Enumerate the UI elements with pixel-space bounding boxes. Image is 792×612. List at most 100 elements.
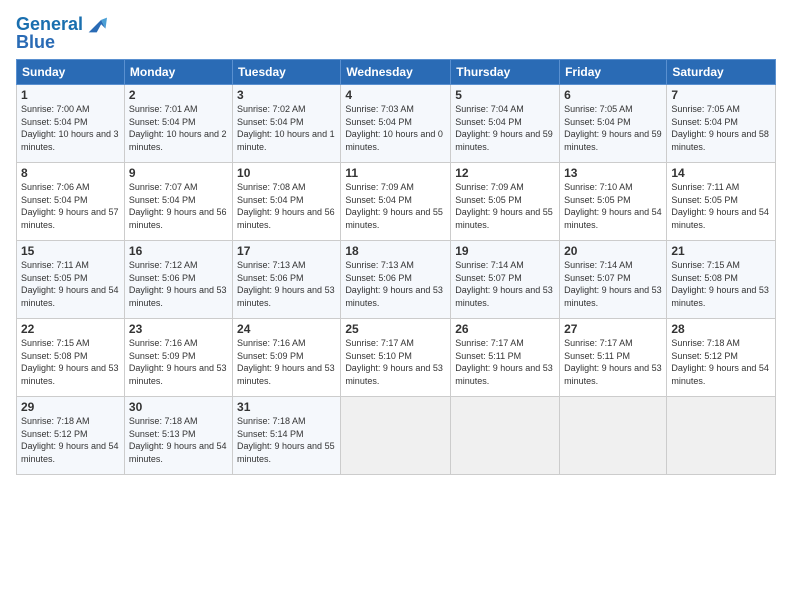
day-info: Sunrise: 7:09 AMSunset: 5:05 PMDaylight:… [455,182,553,230]
calendar-week-2: 8 Sunrise: 7:06 AMSunset: 5:04 PMDaylight… [17,163,776,241]
calendar-cell: 23 Sunrise: 7:16 AMSunset: 5:09 PMDayligh… [124,319,232,397]
calendar-cell: 14Sunrise: 7:11 AMSunset: 5:05 PMDayligh… [667,163,776,241]
day-info: Sunrise: 7:09 AMSunset: 5:04 PMDaylight:… [345,182,443,230]
calendar-cell: 7 Sunrise: 7:05 AMSunset: 5:04 PMDaylight… [667,85,776,163]
calendar-cell: 1Sunrise: 7:00 AMSunset: 5:04 PMDaylight… [17,85,125,163]
logo-icon [85,14,107,36]
weekday-header-tuesday: Tuesday [233,60,341,85]
day-info: Sunrise: 7:17 AMSunset: 5:11 PMDaylight:… [564,338,662,386]
day-number: 6 [564,88,662,102]
calendar-cell: 3Sunrise: 7:02 AMSunset: 5:04 PMDaylight… [233,85,341,163]
day-info: Sunrise: 7:06 AMSunset: 5:04 PMDaylight:… [21,182,119,230]
day-info: Sunrise: 7:13 AMSunset: 5:06 PMDaylight:… [345,260,443,308]
calendar-week-5: 29 Sunrise: 7:18 AMSunset: 5:12 PMDayligh… [17,397,776,475]
weekday-header-row: SundayMondayTuesdayWednesdayThursdayFrid… [17,60,776,85]
day-number: 27 [564,322,662,336]
day-number: 17 [237,244,336,258]
calendar-cell: 19Sunrise: 7:14 AMSunset: 5:07 PMDayligh… [451,241,560,319]
calendar-week-3: 15Sunrise: 7:11 AMSunset: 5:05 PMDayligh… [17,241,776,319]
day-info: Sunrise: 7:13 AMSunset: 5:06 PMDaylight:… [237,260,335,308]
day-number: 7 [671,88,771,102]
day-number: 13 [564,166,662,180]
calendar-cell: 27 Sunrise: 7:17 AMSunset: 5:11 PMDayligh… [560,319,667,397]
calendar-cell: 20 Sunrise: 7:14 AMSunset: 5:07 PMDayligh… [560,241,667,319]
calendar-cell: 11 Sunrise: 7:09 AMSunset: 5:04 PMDayligh… [341,163,451,241]
calendar-cell [341,397,451,475]
weekday-header-thursday: Thursday [451,60,560,85]
day-info: Sunrise: 7:16 AMSunset: 5:09 PMDaylight:… [237,338,335,386]
day-info: Sunrise: 7:18 AMSunset: 5:12 PMDaylight:… [21,416,119,464]
calendar-cell: 18 Sunrise: 7:13 AMSunset: 5:06 PMDayligh… [341,241,451,319]
weekday-header-sunday: Sunday [17,60,125,85]
calendar-cell: 28Sunrise: 7:18 AMSunset: 5:12 PMDayligh… [667,319,776,397]
day-number: 4 [345,88,446,102]
day-info: Sunrise: 7:18 AMSunset: 5:14 PMDaylight:… [237,416,335,464]
day-number: 18 [345,244,446,258]
day-number: 1 [21,88,120,102]
day-info: Sunrise: 7:02 AMSunset: 5:04 PMDaylight:… [237,104,335,152]
calendar-cell: 30 Sunrise: 7:18 AMSunset: 5:13 PMDayligh… [124,397,232,475]
calendar-cell: 2 Sunrise: 7:01 AMSunset: 5:04 PMDaylight… [124,85,232,163]
day-info: Sunrise: 7:07 AMSunset: 5:04 PMDaylight:… [129,182,227,230]
calendar-cell: 25Sunrise: 7:17 AMSunset: 5:10 PMDayligh… [341,319,451,397]
weekday-header-monday: Monday [124,60,232,85]
day-info: Sunrise: 7:11 AMSunset: 5:05 PMDaylight:… [21,260,119,308]
day-number: 23 [129,322,228,336]
day-number: 8 [21,166,120,180]
calendar-cell: 22Sunrise: 7:15 AMSunset: 5:08 PMDayligh… [17,319,125,397]
day-number: 30 [129,400,228,414]
calendar-cell: 21 Sunrise: 7:15 AMSunset: 5:08 PMDayligh… [667,241,776,319]
calendar-cell: 12 Sunrise: 7:09 AMSunset: 5:05 PMDayligh… [451,163,560,241]
day-info: Sunrise: 7:10 AMSunset: 5:05 PMDaylight:… [564,182,662,230]
day-number: 12 [455,166,555,180]
logo: General Blue [16,14,107,53]
calendar-cell: 10Sunrise: 7:08 AMSunset: 5:04 PMDayligh… [233,163,341,241]
day-info: Sunrise: 7:01 AMSunset: 5:04 PMDaylight:… [129,104,227,152]
day-number: 19 [455,244,555,258]
calendar-week-1: 1Sunrise: 7:00 AMSunset: 5:04 PMDaylight… [17,85,776,163]
calendar-cell: 24 Sunrise: 7:16 AMSunset: 5:09 PMDayligh… [233,319,341,397]
day-number: 21 [671,244,771,258]
calendar-cell [667,397,776,475]
calendar-cell: 9 Sunrise: 7:07 AMSunset: 5:04 PMDaylight… [124,163,232,241]
calendar-cell: 31 Sunrise: 7:18 AMSunset: 5:14 PMDayligh… [233,397,341,475]
page-container: General Blue SundayMondayTuesdayWednesda… [0,0,792,483]
day-number: 26 [455,322,555,336]
day-number: 20 [564,244,662,258]
day-info: Sunrise: 7:05 AMSunset: 5:04 PMDaylight:… [564,104,662,152]
day-number: 22 [21,322,120,336]
day-info: Sunrise: 7:15 AMSunset: 5:08 PMDaylight:… [671,260,769,308]
day-number: 29 [21,400,120,414]
day-info: Sunrise: 7:14 AMSunset: 5:07 PMDaylight:… [564,260,662,308]
header: General Blue [16,10,776,53]
day-number: 9 [129,166,228,180]
calendar-cell: 8 Sunrise: 7:06 AMSunset: 5:04 PMDaylight… [17,163,125,241]
day-info: Sunrise: 7:12 AMSunset: 5:06 PMDaylight:… [129,260,227,308]
weekday-header-saturday: Saturday [667,60,776,85]
calendar-cell [560,397,667,475]
calendar-cell: 29 Sunrise: 7:18 AMSunset: 5:12 PMDayligh… [17,397,125,475]
day-info: Sunrise: 7:11 AMSunset: 5:05 PMDaylight:… [671,182,769,230]
calendar-cell: 17 Sunrise: 7:13 AMSunset: 5:06 PMDayligh… [233,241,341,319]
day-info: Sunrise: 7:08 AMSunset: 5:04 PMDaylight:… [237,182,335,230]
calendar-cell: 4 Sunrise: 7:03 AMSunset: 5:04 PMDaylight… [341,85,451,163]
day-info: Sunrise: 7:05 AMSunset: 5:04 PMDaylight:… [671,104,769,152]
day-number: 24 [237,322,336,336]
calendar-header: SundayMondayTuesdayWednesdayThursdayFrid… [17,60,776,85]
calendar-cell: 16Sunrise: 7:12 AMSunset: 5:06 PMDayligh… [124,241,232,319]
day-number: 2 [129,88,228,102]
day-number: 5 [455,88,555,102]
day-number: 11 [345,166,446,180]
weekday-header-friday: Friday [560,60,667,85]
day-info: Sunrise: 7:16 AMSunset: 5:09 PMDaylight:… [129,338,227,386]
calendar-body: 1Sunrise: 7:00 AMSunset: 5:04 PMDaylight… [17,85,776,475]
day-number: 31 [237,400,336,414]
calendar-cell: 13 Sunrise: 7:10 AMSunset: 5:05 PMDayligh… [560,163,667,241]
day-info: Sunrise: 7:04 AMSunset: 5:04 PMDaylight:… [455,104,553,152]
calendar-cell: 6 Sunrise: 7:05 AMSunset: 5:04 PMDaylight… [560,85,667,163]
day-info: Sunrise: 7:18 AMSunset: 5:12 PMDaylight:… [671,338,769,386]
calendar-table: SundayMondayTuesdayWednesdayThursdayFrid… [16,59,776,475]
calendar-cell [451,397,560,475]
day-info: Sunrise: 7:18 AMSunset: 5:13 PMDaylight:… [129,416,227,464]
day-info: Sunrise: 7:03 AMSunset: 5:04 PMDaylight:… [345,104,443,152]
